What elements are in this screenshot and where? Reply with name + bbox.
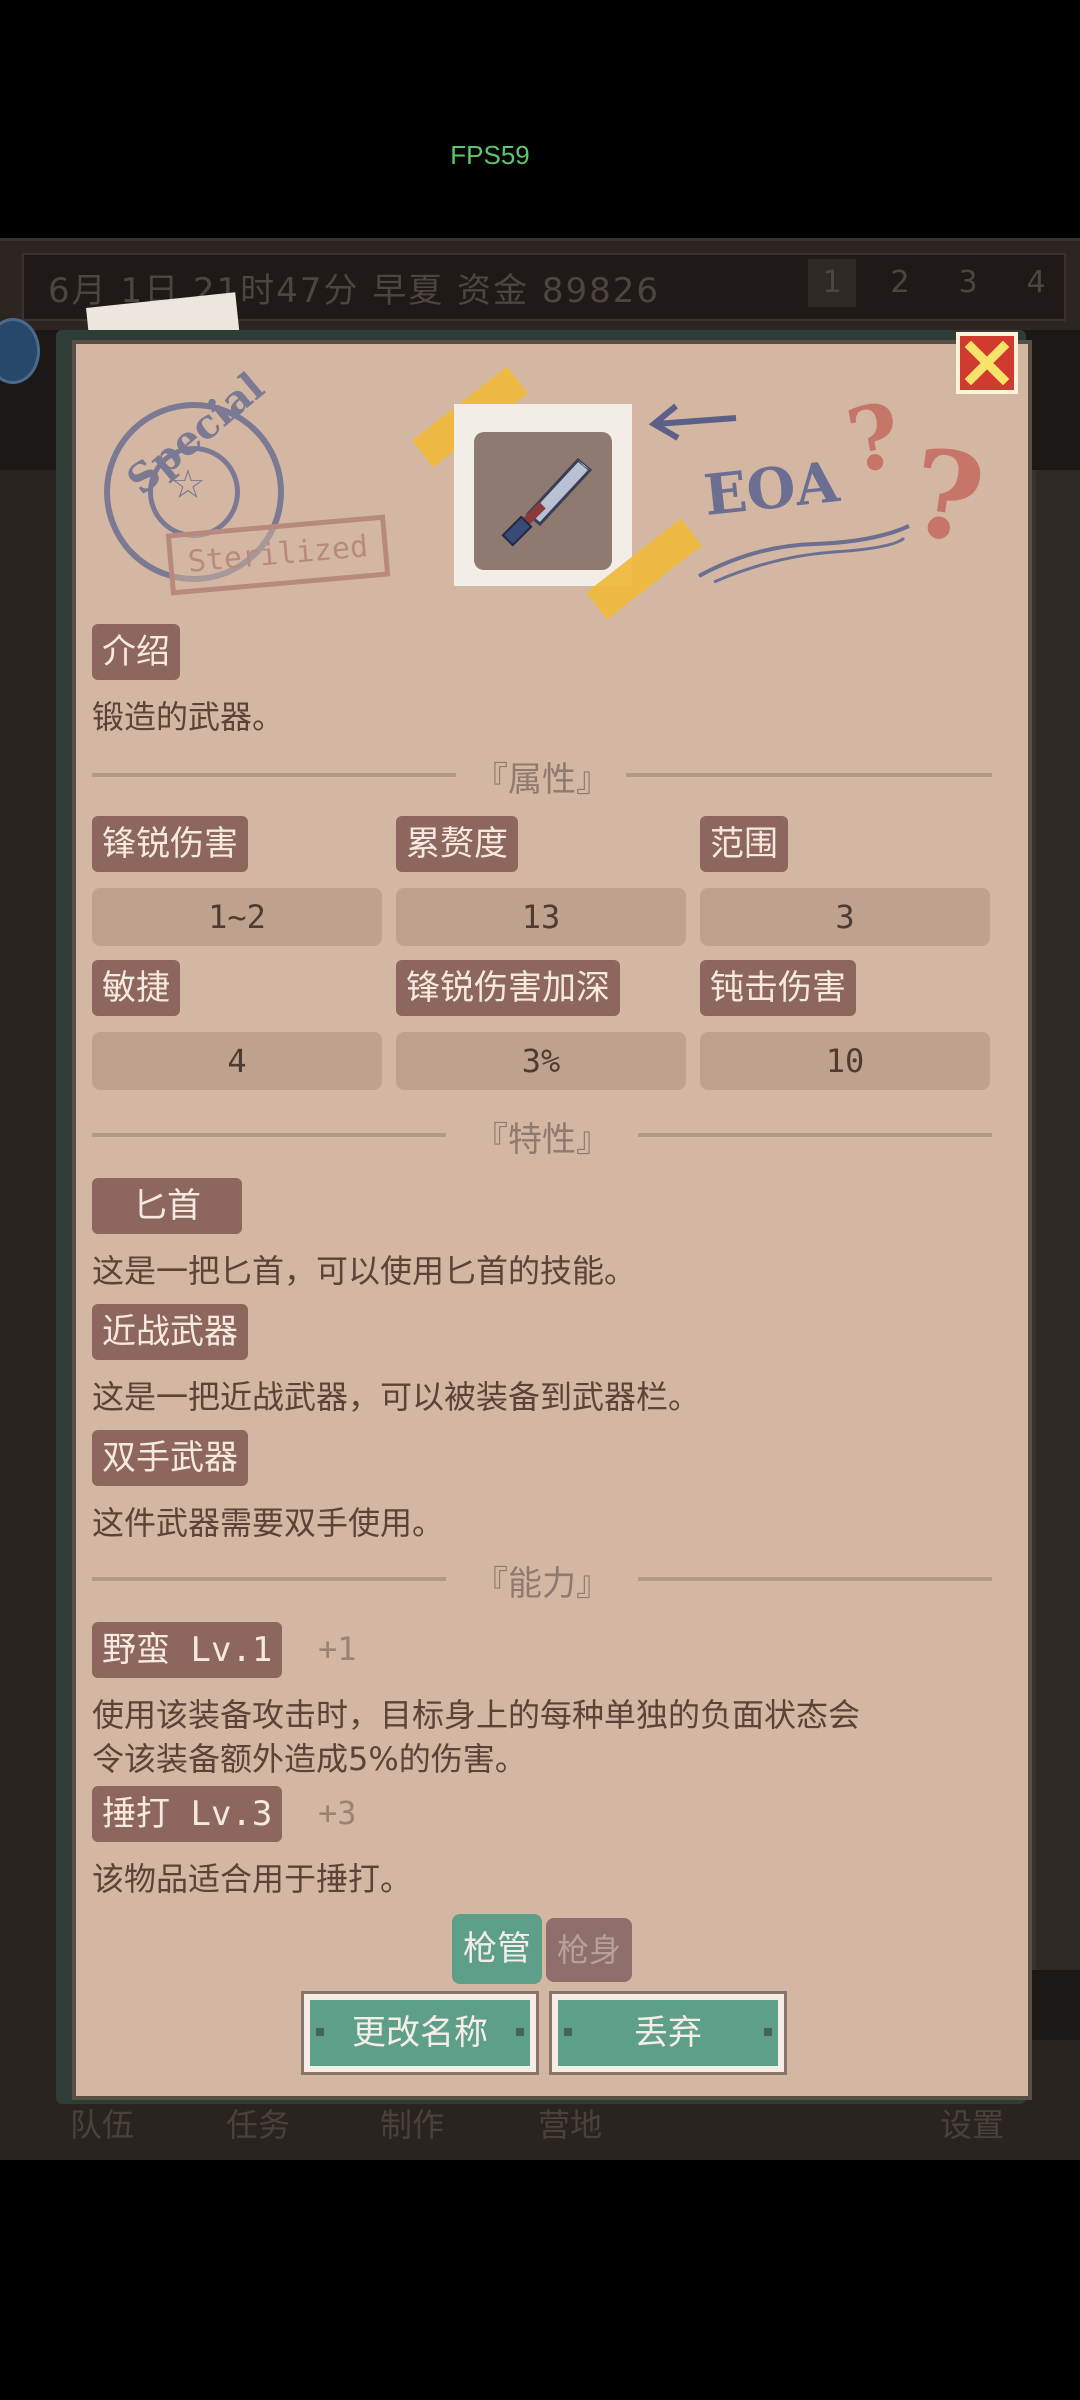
nav-settings[interactable]: 设置 xyxy=(940,2100,1004,2146)
stat-label-blunt-damage: 钝击伤害 xyxy=(700,960,856,1016)
close-button[interactable] xyxy=(956,332,1018,394)
trait-tag-two-handed: 双手武器 xyxy=(92,1430,248,1486)
page-1[interactable]: 1 xyxy=(808,259,856,307)
ability-text-savage-line1: 使用该装备攻击时，目标身上的每种单独的负面状态会 xyxy=(92,1696,861,1734)
page-selector: 1 2 3 4 xyxy=(808,259,1060,307)
background-right-edge xyxy=(1032,470,1080,1970)
intro-text: 锻造的武器。 xyxy=(92,698,285,736)
fps-counter: FPS59 xyxy=(450,140,530,170)
rename-button[interactable]: 更改名称 xyxy=(301,1991,539,2075)
stat-value-encumbrance: 13 xyxy=(396,888,686,946)
trait-tag-melee: 近战武器 xyxy=(92,1304,248,1360)
trait-text-melee: 这是一把近战武器，可以被装备到武器栏。 xyxy=(92,1378,701,1416)
traits-section-header: 『特性』 xyxy=(92,1112,992,1160)
arrow-doodle-icon xyxy=(648,403,737,441)
nav-team[interactable]: 队伍 xyxy=(70,2100,134,2146)
trait-text-dagger: 这是一把匕首，可以使用匕首的技能。 xyxy=(92,1252,637,1290)
stat-label-sharp-damage-bonus: 锋锐伤害加深 xyxy=(396,960,620,1016)
ability-text-pound: 该物品适合用于捶打。 xyxy=(92,1860,413,1898)
attributes-section-header: 『属性』 xyxy=(92,752,992,800)
ability-text-savage-line2: 令该装备额外造成5%的伤害。 xyxy=(92,1740,527,1778)
stat-label-range: 范围 xyxy=(700,816,788,872)
tab-barrel[interactable]: 枪管 xyxy=(452,1914,542,1984)
discard-button[interactable]: 丢弃 xyxy=(549,1991,787,2075)
ability-bonus-savage: +1 xyxy=(318,1630,357,1668)
page-2[interactable]: 2 xyxy=(876,259,924,307)
stat-value-sharp-damage-bonus: 3% xyxy=(396,1032,686,1090)
stat-value-agility: 4 xyxy=(92,1032,382,1090)
stat-label-agility: 敏捷 xyxy=(92,960,180,1016)
dagger-icon xyxy=(501,457,593,547)
ability-tag-pound: 捶打 Lv.3 xyxy=(92,1786,283,1842)
abilities-section-header: 『能力』 xyxy=(92,1556,992,1604)
close-icon xyxy=(965,341,1009,385)
stat-value-sharp-damage: 1~2 xyxy=(92,888,382,946)
item-image-slot xyxy=(474,432,612,570)
rename-button-label: 更改名称 xyxy=(352,2013,488,2053)
ability-bonus-pound: +3 xyxy=(318,1794,357,1832)
nav-quests[interactable]: 任务 xyxy=(226,2100,290,2146)
nav-camp[interactable]: 营地 xyxy=(538,2100,602,2146)
trait-text-two-handed: 这件武器需要双手使用。 xyxy=(92,1504,445,1542)
ability-tag-savage: 野蛮 Lv.1 xyxy=(92,1622,283,1678)
stat-value-blunt-damage: 10 xyxy=(700,1032,990,1090)
intro-tag: 介绍 xyxy=(92,624,180,680)
nav-crafting[interactable]: 制作 xyxy=(380,2100,444,2146)
page-3[interactable]: 3 xyxy=(944,259,992,307)
discard-button-label: 丢弃 xyxy=(634,2013,702,2053)
tab-body[interactable]: 枪身 xyxy=(546,1918,632,1982)
stat-value-range: 3 xyxy=(700,888,990,946)
scribble-doodle-icon xyxy=(698,524,910,584)
stat-label-encumbrance: 累赘度 xyxy=(396,816,518,872)
stat-label-sharp-damage: 锋锐伤害 xyxy=(92,816,248,872)
trait-tag-dagger: 匕首 xyxy=(92,1178,242,1234)
page-4[interactable]: 4 xyxy=(1012,259,1060,307)
